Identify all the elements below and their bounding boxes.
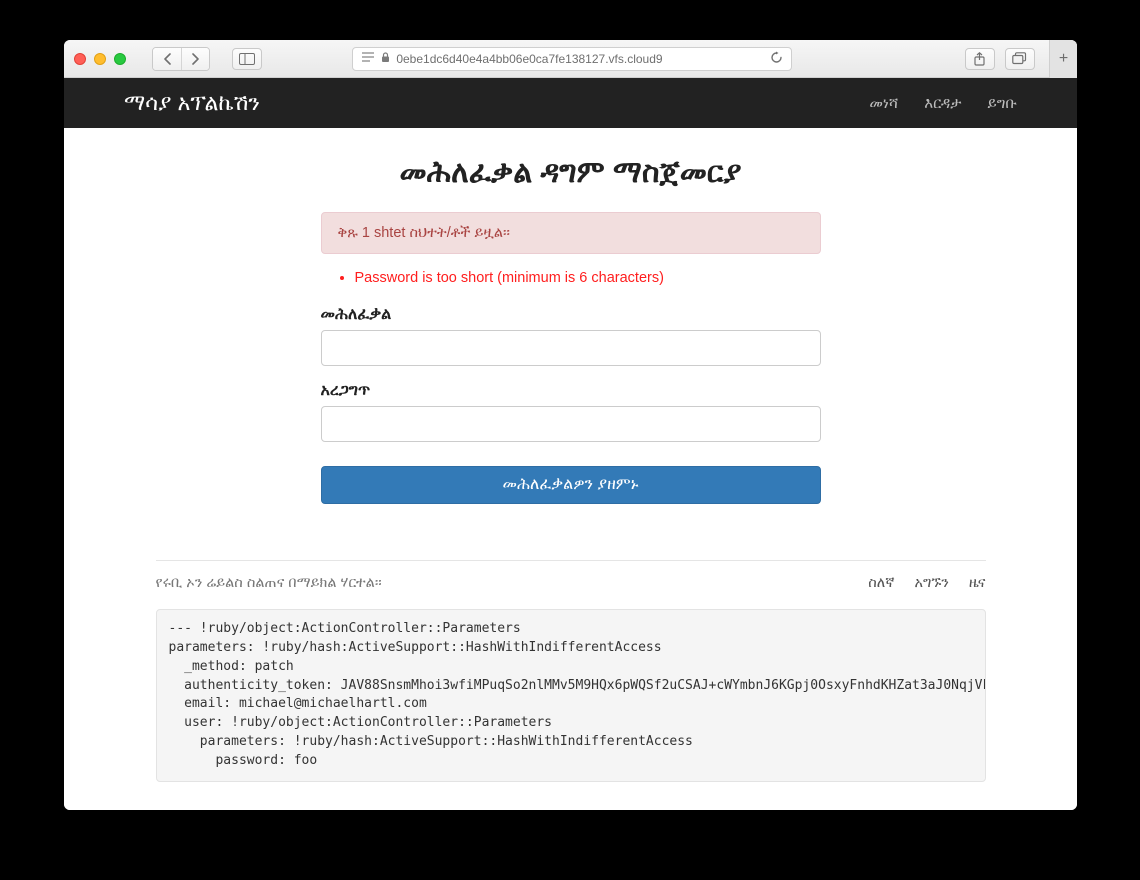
forward-button[interactable] [181,48,209,70]
page-title: መሕለፈቃል ዳግም ማስጀመርያ [399,156,741,190]
close-window-button[interactable] [74,53,86,65]
password-group: መሕለፈቃል [321,306,821,366]
reload-button[interactable] [770,51,783,67]
submit-button[interactable]: መሕለፈቃልዎን ያዘምኑ [321,466,821,504]
footer-contact[interactable]: አግኙን [914,575,948,591]
footer-news[interactable]: ዜና [969,575,986,591]
confirm-group: አረጋግጥ [321,382,821,442]
sidebar-button[interactable] [232,48,262,70]
minimize-window-button[interactable] [94,53,106,65]
nav-help[interactable]: እርዳታ [924,95,961,112]
zoom-window-button[interactable] [114,53,126,65]
url-text: 0ebe1dc6d40e4a4bb06e0ca7fe138127.vfs.clo… [396,52,764,66]
footer: የሩቢ ኦን ሬይልስ ስልጠና በማይክል ሃርተል፡፡ ስለኛ አግኙን ዜ… [156,560,986,591]
nav-login[interactable]: ይግቡ [988,95,1018,112]
new-tab-button[interactable]: + [1049,40,1077,78]
lock-icon [381,52,390,66]
footer-links: ስለኛ አግኙን ዜና [868,575,985,591]
debug-dump: --- !ruby/object:ActionController::Param… [156,609,986,782]
error-item: Password is too short (minimum is 6 char… [355,270,821,286]
page-viewport: ማሳያ አፕልኬሽን መነሻ እርዳታ ይግቡ መሕለፈቃል ዳግም ማስጀመር… [64,78,1077,810]
footer-about[interactable]: ስለኛ [868,575,894,591]
password-label: መሕለፈቃል [321,306,821,324]
app-navbar: ማሳያ አፕልኬሽን መነሻ እርዳታ ይግቡ [64,78,1077,128]
password-input[interactable] [321,330,821,366]
browser-titlebar: 0ebe1dc6d40e4a4bb06e0ca7fe138127.vfs.clo… [64,40,1077,78]
traffic-lights [74,53,126,65]
reader-icon[interactable] [361,51,375,66]
navbar-brand[interactable]: ማሳያ አፕልኬሽን [124,90,260,116]
nav-buttons-group [152,47,210,71]
confirm-label: አረጋግጥ [321,382,821,400]
error-alert: ቅጹ 1 shtet ስህተት/ቶች ይዟል፡፡ [321,212,821,254]
page-body: መሕለፈቃል ዳግም ማስጀመርያ ቅጹ 1 shtet ስህተት/ቶች ይዟል… [64,128,1077,810]
address-bar[interactable]: 0ebe1dc6d40e4a4bb06e0ca7fe138127.vfs.clo… [352,47,792,71]
back-button[interactable] [153,48,181,70]
form-container: ቅጹ 1 shtet ስህተት/ቶች ይዟል፡፡ Password is too… [321,212,821,504]
share-button[interactable] [965,48,995,70]
confirm-input[interactable] [321,406,821,442]
footer-credit: የሩቢ ኦን ሬይልስ ስልጠና በማይክል ሃርተል፡፡ [156,575,382,591]
nav-home[interactable]: መነሻ [869,95,898,112]
navbar-links: መነሻ እርዳታ ይግቡ [869,95,1017,112]
safari-window: 0ebe1dc6d40e4a4bb06e0ca7fe138127.vfs.clo… [64,40,1077,810]
tabs-button[interactable] [1005,48,1035,70]
error-list: Password is too short (minimum is 6 char… [355,270,821,286]
toolbar-right [965,48,1035,70]
